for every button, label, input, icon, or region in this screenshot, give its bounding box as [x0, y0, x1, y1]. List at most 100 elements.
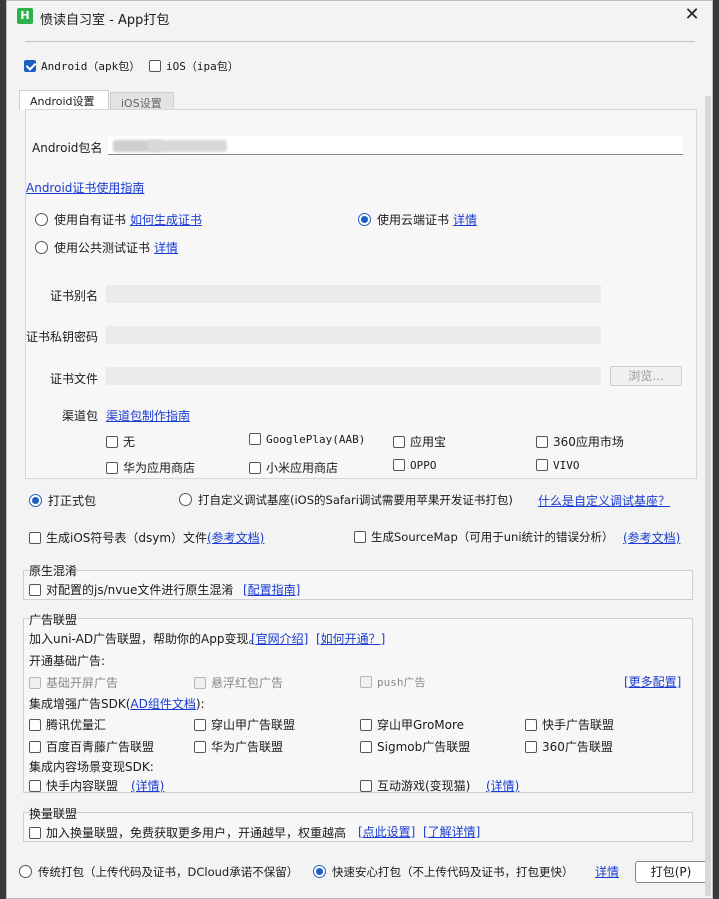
cert-file-label: 证书文件 [50, 372, 99, 386]
sdk-360-checkbox[interactable]: 360广告联盟 [525, 738, 613, 755]
channel-checkbox-oppo[interactable]: OPPO [393, 459, 437, 472]
basic-redpacket-ad-checkbox[interactable]: 悬浮红包广告 [194, 674, 283, 691]
scrollbar[interactable] [705, 96, 711, 896]
radio-icon [35, 241, 48, 254]
key-password-label: 证书私钥密码 [26, 330, 99, 344]
redacted-text [147, 140, 227, 152]
custom-base-radio[interactable]: 打自定义调试基座(iOS的Safari调试需要用苹果开发证书打包) [179, 492, 513, 508]
sdk-pangle-checkbox[interactable]: 穿山甲广告联盟 [194, 716, 295, 733]
sdk-tencent-checkbox[interactable]: 腾讯优量汇 [29, 716, 106, 733]
checkbox-checked-icon [24, 60, 36, 72]
checkbox-icon [354, 531, 366, 543]
android-platform-checkbox[interactable]: Android（apk包） [24, 58, 140, 74]
dsym-checkbox[interactable]: 生成iOS符号表（dsym）文件 [29, 529, 207, 546]
obfuscate-checkbox[interactable]: 对配置的js/nvue文件进行原生混淆 [29, 581, 233, 598]
what-is-custom-base-link[interactable]: 什么是自定义调试基座？ [538, 492, 670, 509]
how-gen-cert-link[interactable]: 如何生成证书 [130, 211, 202, 228]
tab-android-settings[interactable]: Android设置 [19, 90, 109, 110]
fast-pack-radio[interactable]: 快速安心打包（不上传代码及证书，打包更快） [313, 864, 574, 880]
checkbox-icon [393, 459, 405, 471]
channel-checkbox-360[interactable]: 360应用市场 [536, 433, 624, 450]
key-password-input[interactable] [106, 326, 601, 344]
cloud-cert-detail-link[interactable]: 详情 [453, 211, 477, 228]
dsym-doc-link[interactable]: (参考文档) [207, 529, 264, 546]
cert-guide-link[interactable]: Android证书使用指南 [26, 179, 144, 196]
checkbox-icon [536, 459, 548, 471]
content-sdk-title: 集成内容场景变现SDK: [29, 760, 154, 774]
exchange-learn-link[interactable]: [了解详情] [423, 823, 480, 840]
radio-selected-icon [358, 213, 371, 226]
exchange-title: 换量联盟 [29, 807, 78, 821]
checkbox-icon [29, 741, 41, 753]
window-title: 愤读自习室 - App打包 [40, 13, 170, 28]
checkbox-icon [525, 719, 537, 731]
release-build-radio[interactable]: 打正式包 [29, 492, 96, 509]
checkbox-icon [106, 436, 118, 448]
pack-button[interactable]: 打包(P) [635, 861, 707, 883]
checkbox-icon [29, 719, 41, 731]
radio-icon [179, 493, 192, 506]
public-cert-detail-link[interactable]: 详情 [154, 239, 178, 256]
interactive-game-detail-link[interactable]: (详情) [486, 777, 519, 794]
channel-checkbox-none[interactable]: 无 [106, 433, 135, 450]
channel-checkbox-yingyongbao[interactable]: 应用宝 [393, 433, 446, 450]
radio-selected-icon [29, 494, 42, 507]
radio-icon [19, 865, 32, 878]
close-icon[interactable]: ✕ [680, 5, 704, 27]
ads-intro: 加入uni-AD广告联盟，帮助你的App变现。 [29, 632, 261, 646]
checkbox-icon [525, 741, 537, 753]
checkbox-icon [29, 780, 41, 792]
fast-pack-detail-link[interactable]: 详情 [595, 863, 619, 880]
basic-push-ad-checkbox[interactable]: push广告 [360, 674, 426, 690]
app-logo-icon: H [17, 8, 33, 24]
ads-how-to-link[interactable]: [如何开通？] [316, 630, 385, 647]
package-name-label: Android包名 [32, 141, 103, 155]
sdk-kuaishou-checkbox[interactable]: 快手广告联盟 [525, 716, 614, 733]
checkbox-icon [29, 677, 41, 689]
own-cert-radio[interactable]: 使用自有证书 [35, 211, 126, 228]
more-config-link[interactable]: [更多配置] [624, 673, 681, 690]
sdk-ads-title: 集成增强广告SDK(AD组件文档): [29, 697, 205, 711]
sourcemap-checkbox[interactable]: 生成SourceMap（可用于uni统计的错误分析） [354, 529, 614, 545]
checkbox-icon [29, 584, 41, 596]
ios-platform-checkbox[interactable]: iOS（ipa包） [149, 58, 239, 74]
cert-alias-label: 证书别名 [50, 289, 99, 303]
sdk-gromore-checkbox[interactable]: 穿山甲GroMore [360, 716, 464, 733]
ads-official-link[interactable]: [官网介绍] [251, 630, 308, 647]
divider [25, 41, 695, 42]
public-cert-radio[interactable]: 使用公共测试证书 [35, 239, 150, 256]
radio-selected-icon [313, 865, 326, 878]
channel-guide-link[interactable]: 渠道包制作指南 [106, 407, 190, 424]
cert-alias-input[interactable] [106, 285, 601, 303]
exchange-settings-link[interactable]: [点此设置] [358, 823, 415, 840]
channel-checkbox-xiaomi[interactable]: 小米应用商店 [249, 459, 338, 476]
basic-splash-ad-checkbox[interactable]: 基础开屏广告 [29, 674, 118, 691]
checkbox-icon [106, 462, 118, 474]
cloud-cert-radio[interactable]: 使用云端证书 [358, 211, 449, 228]
channel-checkbox-googleplay[interactable]: GooglePlay(AAB) [249, 433, 365, 446]
channel-checkbox-huawei[interactable]: 华为应用商店 [106, 459, 195, 476]
ad-component-doc-link[interactable]: AD组件文档 [130, 697, 195, 711]
checkbox-icon [29, 532, 41, 544]
interactive-game-checkbox[interactable]: 互动游戏(变现猫) [360, 777, 470, 794]
checkbox-icon [360, 676, 372, 688]
obfuscate-guide-link[interactable]: [配置指南] [243, 581, 300, 598]
basic-ads-title: 开通基础广告: [29, 654, 106, 668]
checkbox-icon [393, 436, 405, 448]
kuaishou-content-checkbox[interactable]: 快手内容联盟 [29, 777, 118, 794]
sdk-huawei-checkbox[interactable]: 华为广告联盟 [194, 738, 283, 755]
traditional-pack-radio[interactable]: 传统打包（上传代码及证书，DCloud承诺不保留） [19, 864, 298, 880]
title-bar: H 愤读自习室 - App打包 ✕ [7, 1, 712, 33]
checkbox-icon [249, 433, 261, 445]
checkbox-icon [29, 827, 41, 839]
sourcemap-doc-link[interactable]: (参考文档) [623, 529, 680, 546]
sdk-baidu-checkbox[interactable]: 百度百青藤广告联盟 [29, 738, 154, 755]
checkbox-icon [360, 719, 372, 731]
browse-button[interactable]: 浏览... [610, 366, 682, 386]
cert-file-input[interactable] [106, 367, 601, 385]
sdk-sigmob-checkbox[interactable]: Sigmob广告联盟 [360, 738, 470, 755]
exchange-checkbox[interactable]: 加入换量联盟，免费获取更多用户，开通越早，权重越高 [29, 824, 346, 841]
obfuscate-title: 原生混淆 [29, 564, 78, 578]
channel-checkbox-vivo[interactable]: VIVO [536, 459, 580, 472]
kuaishou-content-detail-link[interactable]: (详情) [131, 777, 164, 794]
